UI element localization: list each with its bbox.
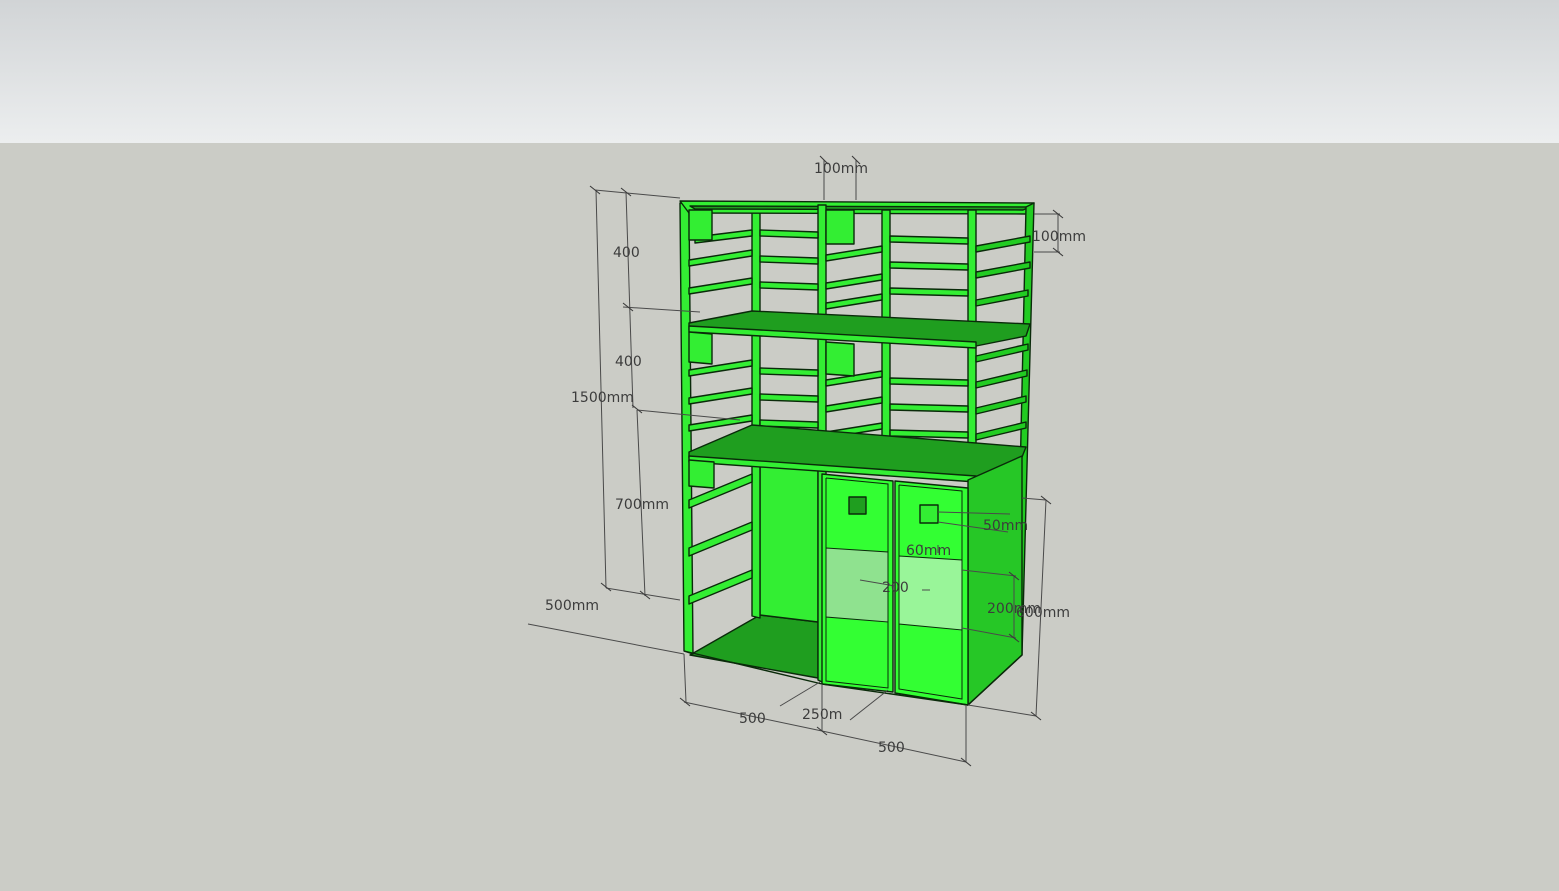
lower-left-back-panel: [759, 464, 819, 623]
dim-bottom-right: 500: [878, 740, 905, 756]
left-door-handle[interactable]: [848, 496, 867, 515]
dim-door-height: 600mm: [1016, 605, 1070, 621]
dim-lower-section: 700mm: [615, 497, 669, 513]
sketchup-viewport[interactable]: 100mm 100mm 400 400 1500mm 700mm 500mm 5…: [0, 0, 1559, 891]
dim-bottom-left: 500: [739, 711, 766, 727]
dim-top-depth: 100mm: [1032, 229, 1086, 245]
sky-background: [0, 0, 1559, 143]
dim-middle-shelf: 400: [615, 354, 642, 370]
dim-total-height: 1500mm: [571, 390, 634, 406]
right-door-handle[interactable]: [919, 504, 939, 524]
dim-top-width: 100mm: [814, 161, 868, 177]
dim-upper-shelf: 400: [613, 245, 640, 261]
dim-window-width: 200: [882, 580, 909, 596]
dim-handle-height: 60mm: [906, 543, 951, 559]
dim-handle-width: 50mm: [983, 518, 1028, 534]
left-door-window: [825, 547, 889, 623]
dim-depth-left: 500mm: [545, 598, 599, 614]
left-back-post: [751, 207, 761, 619]
top-frame-inner: [689, 205, 1031, 211]
dim-bottom-gap: 250m: [802, 707, 842, 723]
